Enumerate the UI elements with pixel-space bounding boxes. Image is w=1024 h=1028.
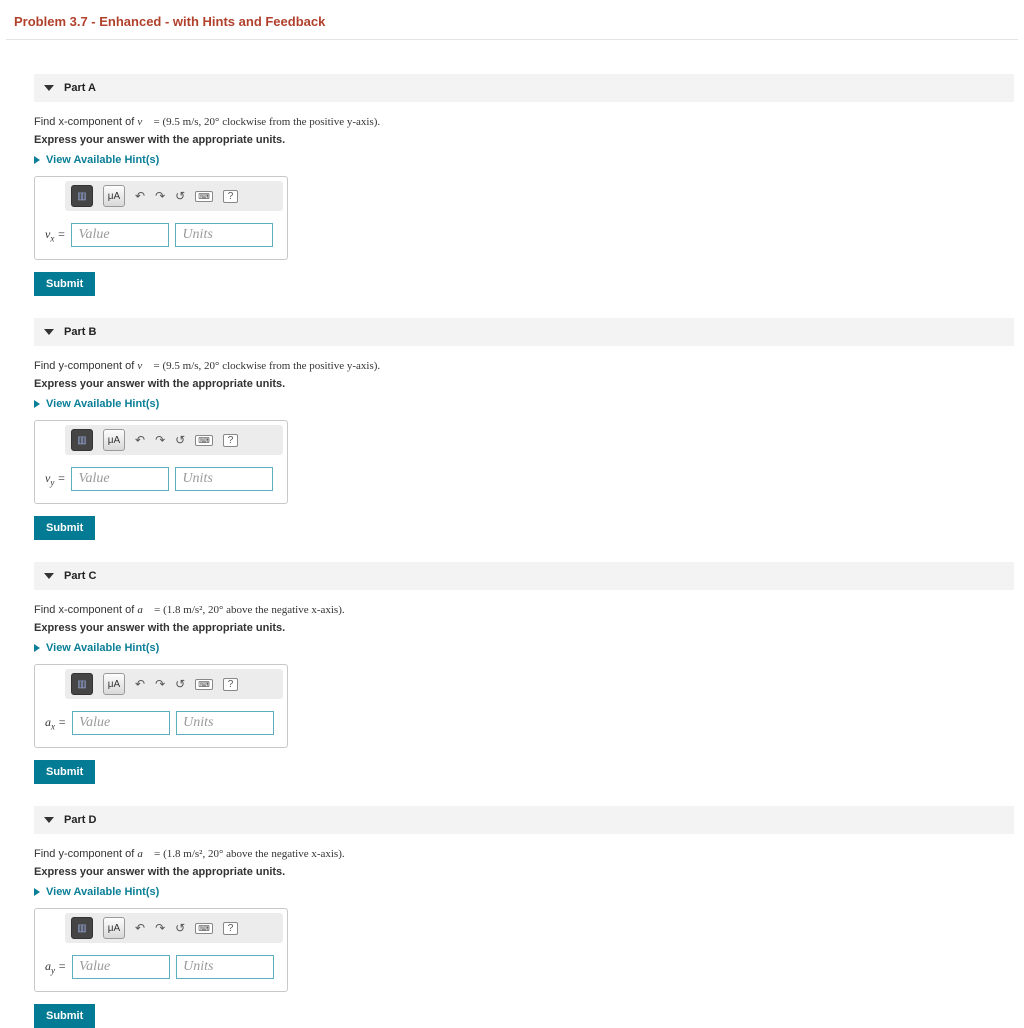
chevron-down-icon bbox=[44, 85, 54, 91]
chevron-down-icon bbox=[44, 817, 54, 823]
units-mu-a-button[interactable]: μA bbox=[103, 917, 125, 939]
units-input[interactable]: Units bbox=[176, 711, 274, 735]
reset-icon[interactable]: ↺ bbox=[175, 677, 185, 691]
formatting-toolbar: ▥ μA ↶ ↷ ↺ ⌨ ? bbox=[65, 669, 283, 699]
answer-box: ▥ μA ↶ ↷ ↺ ⌨ ? ay = Value Units bbox=[34, 908, 288, 992]
keyboard-icon[interactable]: ⌨ bbox=[195, 191, 213, 202]
chevron-down-icon bbox=[44, 573, 54, 579]
keyboard-icon[interactable]: ⌨ bbox=[195, 679, 213, 690]
part-title: Part B bbox=[64, 326, 96, 338]
help-button[interactable]: ? bbox=[223, 190, 239, 203]
chevron-right-icon bbox=[34, 400, 40, 408]
value-input[interactable]: Value bbox=[72, 711, 170, 735]
hints-label: View Available Hint(s) bbox=[46, 886, 159, 898]
formatting-toolbar: ▥ μA ↶ ↷ ↺ ⌨ ? bbox=[65, 913, 283, 943]
part-title: Part C bbox=[64, 570, 96, 582]
variable-label: vx = bbox=[45, 227, 65, 243]
chevron-right-icon bbox=[34, 644, 40, 652]
instruction-text: Express your answer with the appropriate… bbox=[34, 134, 1014, 146]
keyboard-icon[interactable]: ⌨ bbox=[195, 923, 213, 934]
units-mu-a-button[interactable]: μA bbox=[103, 185, 125, 207]
value-input[interactable]: Value bbox=[71, 223, 169, 247]
variable-label: ax = bbox=[45, 715, 66, 731]
undo-icon[interactable]: ↶ bbox=[135, 189, 145, 203]
value-input[interactable]: Value bbox=[71, 467, 169, 491]
redo-icon[interactable]: ↷ bbox=[155, 189, 165, 203]
view-hints-link[interactable]: View Available Hint(s) bbox=[34, 154, 1014, 166]
submit-button[interactable]: Submit bbox=[34, 760, 95, 784]
template-icon[interactable]: ▥ bbox=[71, 917, 93, 939]
help-button[interactable]: ? bbox=[223, 434, 239, 447]
template-icon[interactable]: ▥ bbox=[71, 185, 93, 207]
submit-button[interactable]: Submit bbox=[34, 516, 95, 540]
formatting-toolbar: ▥ μA ↶ ↷ ↺ ⌨ ? bbox=[65, 425, 283, 455]
part-header[interactable]: Part C bbox=[34, 562, 1014, 590]
problem-title: Problem 3.7 - Enhanced - with Hints and … bbox=[0, 0, 1024, 39]
help-button[interactable]: ? bbox=[223, 922, 239, 935]
part-prompt: Find y-component of a⃗ = (1.8 m/s², 20° … bbox=[34, 848, 1014, 860]
reset-icon[interactable]: ↺ bbox=[175, 189, 185, 203]
value-input[interactable]: Value bbox=[72, 955, 170, 979]
units-mu-a-button[interactable]: μA bbox=[103, 429, 125, 451]
undo-icon[interactable]: ↶ bbox=[135, 677, 145, 691]
keyboard-icon[interactable]: ⌨ bbox=[195, 435, 213, 446]
redo-icon[interactable]: ↷ bbox=[155, 433, 165, 447]
chevron-right-icon bbox=[34, 156, 40, 164]
hints-label: View Available Hint(s) bbox=[46, 642, 159, 654]
template-icon[interactable]: ▥ bbox=[71, 429, 93, 451]
units-input[interactable]: Units bbox=[176, 955, 274, 979]
part-header[interactable]: Part B bbox=[34, 318, 1014, 346]
instruction-text: Express your answer with the appropriate… bbox=[34, 378, 1014, 390]
instruction-text: Express your answer with the appropriate… bbox=[34, 866, 1014, 878]
units-mu-a-button[interactable]: μA bbox=[103, 673, 125, 695]
answer-box: ▥ μA ↶ ↷ ↺ ⌨ ? vx = Value Units bbox=[34, 176, 288, 260]
part-header[interactable]: Part D bbox=[34, 806, 1014, 834]
part-title: Part A bbox=[64, 82, 96, 94]
chevron-right-icon bbox=[34, 888, 40, 896]
part-prompt: Find x-component of v⃗ = (9.5 m/s, 20° c… bbox=[34, 116, 1014, 128]
redo-icon[interactable]: ↷ bbox=[155, 677, 165, 691]
template-icon[interactable]: ▥ bbox=[71, 673, 93, 695]
formatting-toolbar: ▥ μA ↶ ↷ ↺ ⌨ ? bbox=[65, 181, 283, 211]
view-hints-link[interactable]: View Available Hint(s) bbox=[34, 642, 1014, 654]
part-prompt: Find x-component of a⃗ = (1.8 m/s², 20° … bbox=[34, 604, 1014, 616]
redo-icon[interactable]: ↷ bbox=[155, 921, 165, 935]
view-hints-link[interactable]: View Available Hint(s) bbox=[34, 398, 1014, 410]
variable-label: ay = bbox=[45, 959, 66, 975]
part-title: Part D bbox=[64, 814, 96, 826]
reset-icon[interactable]: ↺ bbox=[175, 921, 185, 935]
hints-label: View Available Hint(s) bbox=[46, 154, 159, 166]
submit-button[interactable]: Submit bbox=[34, 1004, 95, 1028]
chevron-down-icon bbox=[44, 329, 54, 335]
instruction-text: Express your answer with the appropriate… bbox=[34, 622, 1014, 634]
units-input[interactable]: Units bbox=[175, 467, 273, 491]
answer-box: ▥ μA ↶ ↷ ↺ ⌨ ? vy = Value Units bbox=[34, 420, 288, 504]
hints-label: View Available Hint(s) bbox=[46, 398, 159, 410]
part-prompt: Find y-component of v⃗ = (9.5 m/s, 20° c… bbox=[34, 360, 1014, 372]
help-button[interactable]: ? bbox=[223, 678, 239, 691]
view-hints-link[interactable]: View Available Hint(s) bbox=[34, 886, 1014, 898]
undo-icon[interactable]: ↶ bbox=[135, 921, 145, 935]
submit-button[interactable]: Submit bbox=[34, 272, 95, 296]
variable-label: vy = bbox=[45, 471, 65, 487]
answer-box: ▥ μA ↶ ↷ ↺ ⌨ ? ax = Value Units bbox=[34, 664, 288, 748]
part-header[interactable]: Part A bbox=[34, 74, 1014, 102]
reset-icon[interactable]: ↺ bbox=[175, 433, 185, 447]
undo-icon[interactable]: ↶ bbox=[135, 433, 145, 447]
units-input[interactable]: Units bbox=[175, 223, 273, 247]
